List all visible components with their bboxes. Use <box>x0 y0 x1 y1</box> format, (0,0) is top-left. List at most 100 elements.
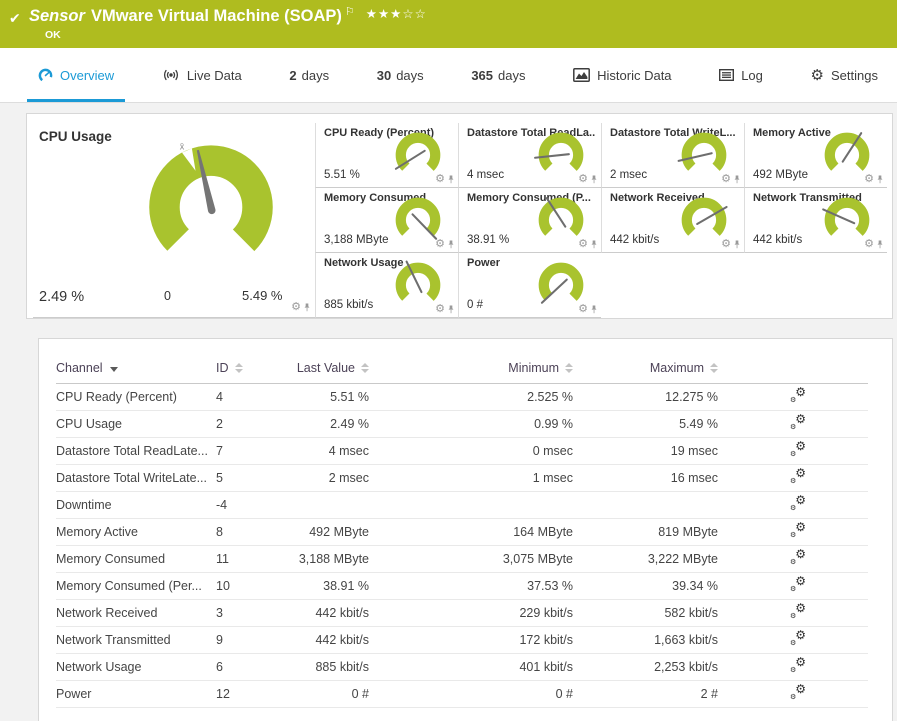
channel-last-value <box>276 491 369 519</box>
channels-table: Channel ID Last Value Minimum Maximum CPU Re… <box>56 353 868 708</box>
pin-icon[interactable] <box>590 304 598 315</box>
sort-both-icon[interactable] <box>565 363 573 374</box>
gear-icon[interactable]: ⚙ <box>864 239 874 250</box>
channel-id: 10 <box>216 572 276 600</box>
channel-name[interactable]: Memory Consumed <box>56 545 216 573</box>
channel-id: 4 <box>216 383 276 411</box>
channel-minimum: 229 kbit/s <box>369 599 573 627</box>
tab-settings[interactable]: ⚙ Settings <box>806 48 883 102</box>
channel-name[interactable]: Power <box>56 680 216 708</box>
channel-settings-icon[interactable]: ⚙ ⚙ <box>790 440 806 458</box>
sort-both-icon[interactable] <box>710 363 718 374</box>
pin-icon[interactable] <box>447 174 455 185</box>
pin-icon[interactable] <box>733 239 741 250</box>
channel-name[interactable]: Network Received <box>56 599 216 627</box>
mini-gauge-cell[interactable]: Network Usage 885 kbit/s ⚙ <box>315 253 458 318</box>
sort-both-icon[interactable] <box>234 363 243 374</box>
channel-name[interactable]: Datastore Total ReadLate... <box>56 437 216 465</box>
channel-name[interactable]: Network Transmitted <box>56 626 216 654</box>
channel-settings-icon[interactable]: ⚙ ⚙ <box>790 548 806 566</box>
sort-down-icon[interactable] <box>109 366 118 372</box>
sensor-header: ✔ Sensor VMware Virtual Machine (SOAP) ⚐… <box>0 0 897 48</box>
main-gauge-cell[interactable]: CPU Usage x̄ 2.49 % 0 5.49 % ⚙ <box>33 123 315 318</box>
column-header-id[interactable]: ID <box>216 353 276 384</box>
channel-name[interactable]: Memory Consumed (Per... <box>56 572 216 600</box>
column-header-name[interactable]: Channel <box>56 353 216 384</box>
channel-settings-icon[interactable]: ⚙ ⚙ <box>790 413 806 431</box>
channel-id: 2 <box>216 410 276 438</box>
flag-icon[interactable]: ⚐ <box>345 2 355 22</box>
pin-icon[interactable] <box>590 174 598 185</box>
pin-icon[interactable] <box>876 174 884 185</box>
column-header-min[interactable]: Minimum <box>369 353 573 384</box>
table-row: CPU Usage 2 2.49 % 0.99 % 5.49 % ⚙ ⚙ <box>56 410 868 438</box>
mini-gauge-cell[interactable]: Network Received 442 kbit/s ⚙ <box>601 188 744 253</box>
mini-gauge-cell[interactable]: Datastore Total ReadLa... 4 msec ⚙ <box>458 123 601 188</box>
mini-gauge-cell[interactable]: Memory Active 492 MByte ⚙ <box>744 123 887 188</box>
mini-gauge-cell[interactable]: Memory Consumed 3,188 MByte ⚙ <box>315 188 458 253</box>
mini-gauge-cell[interactable]: Memory Consumed (P... 38.91 % ⚙ <box>458 188 601 253</box>
channel-settings-icon[interactable]: ⚙ ⚙ <box>790 629 806 647</box>
channel-settings-icon[interactable]: ⚙ ⚙ <box>790 602 806 620</box>
pin-icon[interactable] <box>303 302 311 313</box>
mini-gauge-cell[interactable]: CPU Ready (Percent) 5.51 % ⚙ <box>315 123 458 188</box>
channel-name[interactable]: Downtime <box>56 491 216 519</box>
pin-icon[interactable] <box>447 239 455 250</box>
tab-2-days[interactable]: 2 days <box>284 48 334 102</box>
mini-gauge-cell[interactable]: Datastore Total WriteL... 2 msec ⚙ <box>601 123 744 188</box>
column-header-last[interactable]: Last Value <box>276 353 369 384</box>
channel-settings-icon[interactable]: ⚙ ⚙ <box>790 521 806 539</box>
pin-icon[interactable] <box>447 304 455 315</box>
gear-icon[interactable]: ⚙ <box>578 174 588 185</box>
channel-settings-icon[interactable]: ⚙ ⚙ <box>790 386 806 404</box>
mini-gauge-cell[interactable]: Network Transmitted 442 kbit/s ⚙ <box>744 188 887 253</box>
tab-historic-data[interactable]: Historic Data <box>568 48 676 102</box>
status-badge: OK <box>45 29 61 41</box>
pin-icon[interactable] <box>590 239 598 250</box>
channel-maximum: 819 MByte <box>573 518 718 546</box>
table-row: Downtime -4 ⚙ ⚙ <box>56 491 868 519</box>
gear-icon[interactable]: ⚙ <box>435 304 445 315</box>
gear-icon[interactable]: ⚙ <box>721 174 731 185</box>
channel-settings-icon[interactable]: ⚙ ⚙ <box>790 656 806 674</box>
tab-live-data[interactable]: Live Data <box>157 48 247 102</box>
channel-name[interactable]: Memory Active <box>56 518 216 546</box>
main-gauge-title: CPU Usage <box>39 129 112 144</box>
channel-name[interactable]: CPU Ready (Percent) <box>56 383 216 411</box>
channel-minimum: 0 # <box>369 680 573 708</box>
gear-icon[interactable]: ⚙ <box>864 174 874 185</box>
mini-gauge-cell[interactable]: Power 0 # ⚙ <box>458 253 601 318</box>
gear-icon[interactable]: ⚙ <box>291 302 301 313</box>
gear-icon[interactable]: ⚙ <box>578 304 588 315</box>
gear-icon[interactable]: ⚙ <box>435 174 445 185</box>
tab-overview[interactable]: Overview <box>26 48 126 102</box>
channel-settings-icon[interactable]: ⚙ ⚙ <box>790 494 806 512</box>
gear-icon[interactable]: ⚙ <box>721 239 731 250</box>
column-header-max[interactable]: Maximum <box>573 353 718 384</box>
table-row: CPU Ready (Percent) 4 5.51 % 2.525 % 12.… <box>56 383 868 411</box>
channel-name[interactable]: CPU Usage <box>56 410 216 438</box>
tab-log[interactable]: Log <box>714 48 768 102</box>
tab-365-days[interactable]: 365 days <box>466 48 530 102</box>
gear-icon[interactable]: ⚙ <box>578 239 588 250</box>
channel-maximum: 3,222 MByte <box>573 545 718 573</box>
table-row: Datastore Total ReadLate... 7 4 msec 0 m… <box>56 437 868 465</box>
sort-both-icon[interactable] <box>361 363 369 374</box>
channel-name[interactable]: Datastore Total WriteLate... <box>56 464 216 492</box>
pin-icon[interactable] <box>876 239 884 250</box>
channel-last-value: 885 kbit/s <box>276 653 369 681</box>
channel-maximum: 39.34 % <box>573 572 718 600</box>
channel-settings-icon[interactable]: ⚙ ⚙ <box>790 467 806 485</box>
channel-name[interactable]: Network Usage <box>56 653 216 681</box>
mini-gauge-value: 2 msec <box>610 169 648 181</box>
mini-gauge-value: 38.91 % <box>467 234 510 246</box>
gear-icon[interactable]: ⚙ <box>435 239 445 250</box>
channel-settings-icon[interactable]: ⚙ ⚙ <box>790 683 806 701</box>
channel-maximum: 16 msec <box>573 464 718 492</box>
channel-maximum <box>573 491 718 519</box>
channel-settings-icon[interactable]: ⚙ ⚙ <box>790 575 806 593</box>
ok-check-icon: ✔ <box>9 10 21 26</box>
pin-icon[interactable] <box>733 174 741 185</box>
priority-stars[interactable]: ★★★☆☆ <box>366 4 427 24</box>
tab-30-days[interactable]: 30 days <box>372 48 429 102</box>
